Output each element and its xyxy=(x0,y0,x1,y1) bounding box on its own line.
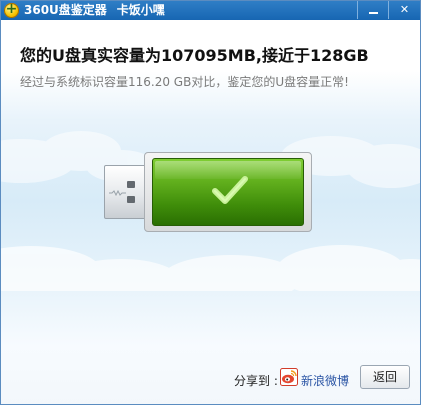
share-weibo-link[interactable]: 新浪微博 xyxy=(301,372,349,389)
share-label: 分享到 : xyxy=(234,374,278,388)
minimize-button[interactable] xyxy=(357,1,389,19)
close-button[interactable] xyxy=(388,1,420,19)
window-title-subtitle: 卡饭小嘿 xyxy=(116,3,165,17)
usb-slot-top xyxy=(127,181,135,188)
usb-trace-icon xyxy=(109,190,126,196)
result-headline: 您的U盘真实容量为107095MB,接近于128GB xyxy=(20,46,369,65)
result-detail: 经过与系统标识容量116.20 GB对比，鉴定您的U盘容量正常! xyxy=(20,75,349,89)
360-logo-icon xyxy=(4,1,19,19)
window-title: 360U盘鉴定器 卡饭小嘿 xyxy=(24,1,165,20)
back-button[interactable]: 返回 xyxy=(360,365,410,389)
usb-drive-icon xyxy=(104,152,312,232)
app-window: 360U盘鉴定器卡饭小嘿 您的U盘真实容量为107095MB,接近于128GB … xyxy=(0,0,421,405)
sina-weibo-icon[interactable] xyxy=(280,368,298,386)
checkmark-icon xyxy=(212,176,248,204)
usb-status-panel xyxy=(152,158,304,226)
title-bar[interactable]: 360U盘鉴定器卡饭小嘿 xyxy=(1,1,420,20)
usb-slot-bottom xyxy=(127,196,135,203)
footer: 分享到 : 新浪微博 返回 xyxy=(1,346,420,404)
window-title-app: 360U盘鉴定器 xyxy=(24,3,107,17)
usb-connector xyxy=(104,165,149,219)
usb-body xyxy=(144,152,312,232)
